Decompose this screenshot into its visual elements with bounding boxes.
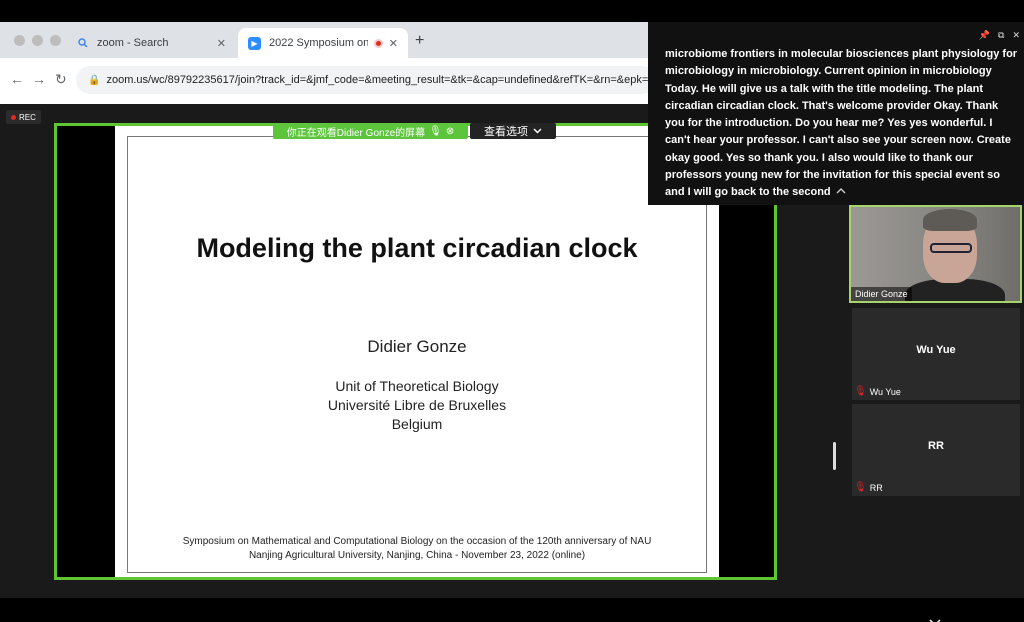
viewing-screen-banner: 你正在观看Didier Gonze的屏幕 🎙 ⊗ — [273, 123, 468, 139]
record-dot-icon — [11, 114, 16, 120]
participant-video-tile[interactable]: Didier Gonze — [849, 205, 1022, 303]
slide-frame: Modeling the plant circadian clock Didie… — [127, 136, 707, 573]
participant-label: 🎙 Wu Yue — [854, 386, 901, 397]
participant-name: Wu Yue — [916, 344, 956, 356]
view-options-button[interactable]: 查看选项 — [470, 123, 556, 139]
participant-label-text: Wu Yue — [869, 386, 901, 397]
close-circle-icon[interactable]: ⊗ — [446, 126, 454, 137]
mic-muted-icon: 🎙 — [854, 386, 867, 397]
url-text: zoom.us/wc/89792235617/join?track_id=&jm… — [106, 74, 656, 86]
presentation-slide: Modeling the plant circadian clock Didie… — [115, 126, 719, 577]
maximize-window-button[interactable] — [50, 35, 61, 46]
close-tab-icon[interactable]: ✕ — [217, 37, 226, 50]
participant-name-label: Didier Gonze — [851, 287, 912, 301]
window-controls[interactable] — [14, 35, 61, 46]
rec-label: REC — [19, 112, 36, 122]
close-tab-icon[interactable]: ✕ — [389, 37, 398, 50]
caption-controls: 📌 ⧉ ✕ — [979, 30, 1020, 41]
forward-icon[interactable]: → — [32, 71, 46, 87]
participant-name: RR — [928, 440, 944, 452]
slide-affiliation: Unit of Theoretical Biology Université L… — [128, 377, 706, 434]
search-icon — [76, 37, 89, 50]
participant-tile[interactable]: Wu Yue 🎙 Wu Yue — [852, 308, 1020, 400]
close-icon[interactable]: ✕ — [1012, 30, 1020, 41]
minimize-window-button[interactable] — [32, 35, 43, 46]
slide-author: Didier Gonze — [367, 337, 467, 356]
slide-footer: Symposium on Mathematical and Computatio… — [128, 535, 706, 563]
affiliation-line: Unit of Theoretical Biology — [335, 378, 499, 394]
caption-text: microbiome frontiers in molecular biosci… — [665, 48, 1018, 199]
mic-muted-icon: 🎙 — [429, 125, 442, 137]
tab-symposium[interactable]: ▶ 2022 Symposium on Mathe ✕ — [238, 28, 408, 58]
tab-zoom-search[interactable]: zoom - Search ✕ — [66, 28, 236, 58]
mic-muted-icon: 🎙 — [854, 482, 867, 493]
affiliation-line: Université Libre de Bruxelles — [327, 397, 507, 413]
tab-title: 2022 Symposium on Mathe — [269, 37, 368, 49]
screen: zoom - Search ✕ ▶ 2022 Symposium on Math… — [0, 0, 1024, 622]
panel-scrollbar[interactable] — [833, 442, 836, 470]
speaker-glasses — [930, 243, 972, 253]
new-tab-button[interactable]: + — [415, 32, 424, 50]
tab-title: zoom - Search — [97, 37, 169, 49]
viewing-banner-label: 你正在观看Didier Gonze的屏幕 — [286, 127, 426, 139]
view-options-label: 查看选项 — [484, 126, 528, 138]
chevron-up-icon[interactable] — [836, 186, 846, 197]
speaker-hair — [923, 209, 977, 231]
recording-badge: REC — [6, 110, 41, 124]
chevron-down-icon[interactable] — [929, 616, 941, 622]
close-window-button[interactable] — [14, 35, 25, 46]
back-icon[interactable]: ← — [10, 71, 24, 87]
slide-title: Modeling the plant circadian clock — [196, 233, 638, 263]
participant-tile[interactable]: RR 🎙 RR — [852, 404, 1020, 496]
footer-line: Symposium on Mathematical and Computatio… — [182, 536, 652, 547]
pin-icon[interactable]: 📌 — [979, 30, 990, 41]
footer-line: Nanjing Agricultural University, Nanjing… — [248, 550, 586, 561]
address-bar[interactable]: 🔒 zoom.us/wc/89792235617/join?track_id=&… — [76, 66, 656, 94]
reload-icon[interactable]: ↻ — [55, 71, 67, 88]
affiliation-line: Belgium — [391, 416, 443, 432]
zoom-logo-icon: ▶ — [248, 36, 261, 50]
chevron-down-icon — [533, 125, 542, 137]
recording-indicator-icon — [373, 38, 383, 48]
participant-label-text: RR — [869, 482, 883, 493]
captions-overlay: 📌 ⧉ ✕ microbiome frontiers in molecular … — [648, 22, 1024, 205]
popout-icon[interactable]: ⧉ — [998, 30, 1004, 41]
participant-label: 🎙 RR — [854, 482, 883, 493]
lock-icon: 🔒 — [88, 74, 101, 86]
